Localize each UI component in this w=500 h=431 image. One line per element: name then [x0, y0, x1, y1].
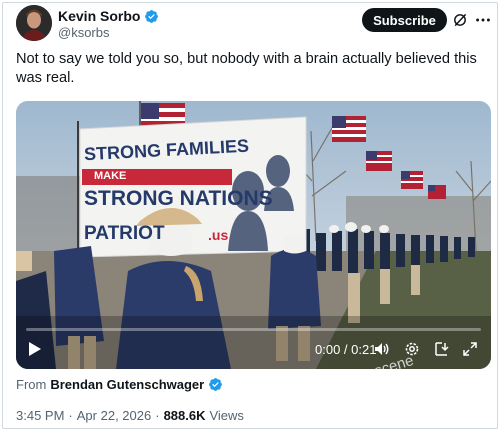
- slash-circle-icon[interactable]: [452, 12, 468, 28]
- author-handle[interactable]: @ksorbs: [58, 25, 110, 40]
- from-prefix: From: [16, 377, 47, 392]
- meta-separator: ·: [68, 408, 73, 423]
- banner-make: MAKE: [94, 170, 127, 182]
- verified-badge-icon: [209, 378, 223, 391]
- banner-line3-row: PATRIOT .us: [84, 223, 228, 245]
- meta-separator: ·: [155, 408, 160, 423]
- tweet-date[interactable]: Apr 22, 2026: [77, 408, 151, 423]
- download-icon[interactable]: [433, 341, 449, 357]
- banner-line3: PATRIOT: [84, 223, 165, 244]
- views-count: 888.6K: [163, 408, 206, 423]
- banner-line2: STRONG NATIONS: [84, 187, 273, 210]
- profile-photo: [16, 5, 52, 41]
- views-label: Views: [209, 408, 244, 423]
- settings-icon[interactable]: [404, 341, 420, 357]
- subscribe-button[interactable]: Subscribe: [362, 8, 447, 32]
- fullscreen-icon[interactable]: [462, 341, 478, 357]
- banner-url: .us: [208, 227, 229, 243]
- from-name[interactable]: Brendan Gutenschwager: [50, 377, 204, 392]
- avatar[interactable]: [16, 5, 52, 41]
- volume-icon[interactable]: [374, 341, 390, 357]
- video-progress-bar[interactable]: [26, 328, 481, 331]
- tweet-text: Not to say we told you so, but nobody wi…: [16, 51, 477, 86]
- play-icon[interactable]: [28, 341, 42, 357]
- author-display-name[interactable]: Kevin Sorbo: [58, 8, 140, 24]
- video-player[interactable]: STRONG FAMILIES MAKE STRONG NATIONS PATR…: [16, 101, 491, 369]
- verified-badge-icon: [145, 9, 159, 23]
- more-icon[interactable]: [474, 12, 492, 28]
- tweet-meta: 3:45 PM · Apr 22, 2026 · 888.6K Views: [16, 408, 244, 423]
- video-source-row: From Brendan Gutenschwager: [16, 377, 223, 392]
- tweet-time[interactable]: 3:45 PM: [16, 408, 64, 423]
- video-time: 0:00 / 0:21: [315, 342, 377, 357]
- author-name-row[interactable]: Kevin Sorbo: [58, 8, 159, 24]
